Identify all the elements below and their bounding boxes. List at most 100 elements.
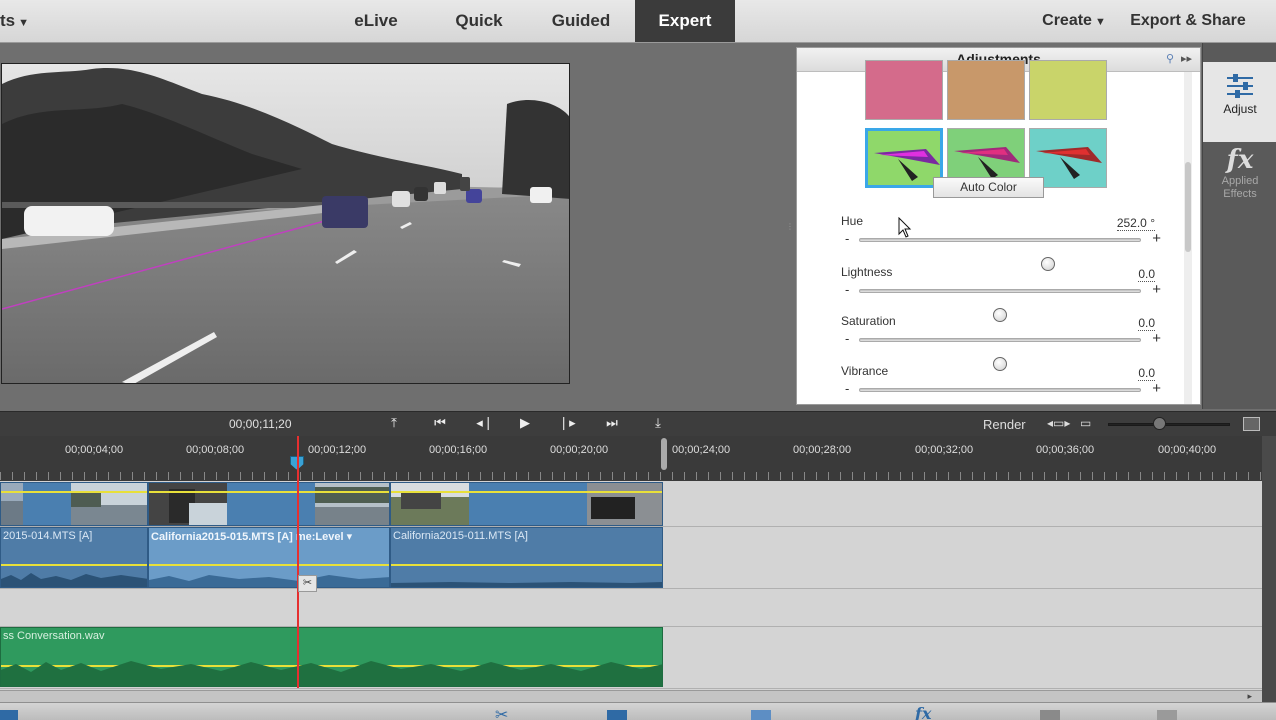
preset-thumbnail[interactable] <box>1029 60 1107 120</box>
effects-icon[interactable]: fx <box>915 704 935 720</box>
work-area-end-handle[interactable] <box>661 438 667 470</box>
step-forward-icon[interactable]: ❘▸ <box>557 415 577 431</box>
preset-thumbnail-selected[interactable] <box>865 128 943 188</box>
applied-effects-label-2: Effects <box>1223 188 1257 200</box>
opacity-line[interactable] <box>1 491 147 493</box>
graphics-icon[interactable] <box>1157 710 1177 720</box>
audio-clip-name: California2015-015.MTS [A] me:Level ▾ <box>151 531 353 543</box>
plus-icon[interactable]: + <box>1152 281 1161 298</box>
tab-guided[interactable]: Guided <box>540 0 622 42</box>
opacity-line[interactable] <box>149 491 389 493</box>
export-share-menu[interactable]: Export & Share <box>1122 0 1254 42</box>
go-to-next-edit-icon[interactable]: ⤓ <box>648 415 668 431</box>
ruler-label: 00;00;20;00 <box>550 444 609 456</box>
applied-effects-button[interactable]: fx Applied Effects <box>1203 143 1276 213</box>
pin-icon[interactable]: ⚲ <box>1166 48 1174 70</box>
ruler-label: 00;00;40;00 <box>1158 444 1217 456</box>
playhead-line[interactable] <box>297 436 299 688</box>
tab-quick[interactable]: Quick <box>440 0 518 42</box>
timeline-horizontal-scrollbar[interactable]: ▸ <box>0 690 1262 702</box>
adjust-tool-button[interactable]: Adjust <box>1203 62 1276 142</box>
vibrance-label: Vibrance <box>841 364 889 378</box>
tab-expert[interactable]: Expert <box>635 0 735 42</box>
panel-resize-handle[interactable]: ⋮ <box>786 222 794 231</box>
timeline-vertical-scrollbar[interactable] <box>1262 436 1276 702</box>
music-track: ss Conversation.wav <box>0 627 1262 689</box>
timeline-zoom-knob[interactable] <box>1153 417 1166 430</box>
bottom-action-bar: ✂ fx <box>0 702 1276 720</box>
step-back-icon[interactable]: ◂❘ <box>475 415 495 431</box>
go-to-start-icon[interactable]: ⏮ <box>430 415 450 431</box>
scissors-icon[interactable]: ✂ <box>298 575 317 592</box>
zoom-in-icon[interactable] <box>1243 417 1260 431</box>
minus-icon[interactable]: - <box>845 231 849 246</box>
ruler-label: 00;00;36;00 <box>1036 444 1095 456</box>
tab-elive[interactable]: eLive <box>335 0 417 42</box>
opacity-line[interactable] <box>391 491 662 493</box>
current-timecode[interactable]: 00;00;11;20 <box>229 417 292 431</box>
music-clip[interactable]: ss Conversation.wav <box>0 627 663 687</box>
fx-icon: fx <box>1226 145 1254 175</box>
saturation-slider[interactable] <box>859 338 1141 371</box>
plus-icon[interactable]: + <box>1152 380 1161 397</box>
panel-scrollbar[interactable] <box>1184 72 1192 404</box>
audio-clip[interactable]: California2015-011.MTS [A] <box>390 527 663 588</box>
hang-glider-image <box>874 149 940 181</box>
video-track <box>0 481 1262 527</box>
timeline-ruler[interactable]: 00;00;04;00 00;00;08;00 00;00;12;00 00;0… <box>0 436 1276 482</box>
audio-clip[interactable]: 2015-014.MTS [A] <box>0 527 148 588</box>
expand-panel-icon[interactable]: ▸▸ <box>1181 48 1192 70</box>
plus-icon[interactable]: + <box>1152 330 1161 347</box>
saturation-value[interactable]: 0.0 <box>1138 316 1155 331</box>
plus-icon[interactable]: + <box>1152 230 1161 247</box>
timeline-zoom-slider[interactable] <box>1108 423 1230 426</box>
vibrance-slider[interactable] <box>859 388 1141 392</box>
go-to-end-icon[interactable]: ⏭ <box>602 415 622 431</box>
go-to-previous-edit-icon[interactable]: ⤒ <box>384 415 404 431</box>
tools-icon[interactable]: ✂ <box>495 705 515 720</box>
music-icon[interactable] <box>1040 710 1060 720</box>
video-clip[interactable] <box>148 482 390 526</box>
ruler-label: 00;00;08;00 <box>186 444 245 456</box>
clip-thumbnails <box>391 483 662 525</box>
mode-left-menu[interactable]: ts ▼ <box>0 0 34 42</box>
fit-timeline-icon[interactable]: ◂▭▸ <box>1047 416 1070 430</box>
render-button[interactable]: Render <box>983 417 1026 432</box>
create-menu[interactable]: Create ▼ <box>1036 0 1112 42</box>
transitions-icon[interactable] <box>607 710 627 720</box>
hue-value[interactable]: 252.0 ° <box>1116 216 1155 231</box>
lightness-slider[interactable] <box>859 289 1141 322</box>
mouse-cursor-icon <box>898 217 912 238</box>
minus-icon[interactable]: - <box>845 282 849 297</box>
timeline-tracks: 2015-014.MTS [A] California2015-015.MTS … <box>0 481 1262 690</box>
video-clip[interactable] <box>0 482 148 526</box>
zoom-out-icon[interactable]: ▭ <box>1080 416 1091 430</box>
vibrance-slider-row: Vibrance 0.0 - + <box>841 364 1161 404</box>
ruler-label: 00;00;16;00 <box>429 444 488 456</box>
transport-bar: 00;00;11;20 ⤒ ⏮ ◂❘ ▶ ❘▸ ⏭ ⤓ Render ◂▭▸ ▭ <box>0 411 1276 436</box>
play-icon[interactable]: ▶ <box>515 415 535 431</box>
minus-icon[interactable]: - <box>845 381 849 396</box>
adjustments-panel: Adjustments ⚲ ▸▸ Auto Color Hue 252.0 ° … <box>796 47 1201 405</box>
saturation-label: Saturation <box>841 314 896 328</box>
audio-clip-selected[interactable]: California2015-015.MTS [A] me:Level ▾ <box>148 527 390 588</box>
scrollbar-thumb[interactable] <box>1185 162 1191 252</box>
lightness-label: Lightness <box>841 265 893 279</box>
preset-thumbnail[interactable] <box>947 60 1025 120</box>
top-mode-bar: ts ▼ eLive Quick Guided Expert Create ▼ Ex… <box>0 0 1276 43</box>
lightness-slider-row: Lightness 0.0 - + <box>841 265 1161 322</box>
vibrance-value[interactable]: 0.0 <box>1138 366 1155 381</box>
undo-icon[interactable] <box>0 710 18 720</box>
sliders-icon <box>1203 72 1276 102</box>
preview-monitor[interactable] <box>1 63 570 384</box>
titles-icon[interactable] <box>751 710 771 720</box>
right-tool-column: Adjust fx Applied Effects <box>1202 43 1276 409</box>
lightness-value[interactable]: 0.0 <box>1138 267 1155 282</box>
ruler-ticks <box>0 472 1262 480</box>
audio-waveform <box>391 582 662 587</box>
video-clip[interactable] <box>390 482 663 526</box>
minus-icon[interactable]: - <box>845 331 849 346</box>
auto-color-button[interactable]: Auto Color <box>933 177 1044 198</box>
preset-thumbnail[interactable] <box>865 60 943 120</box>
scroll-right-icon[interactable]: ▸ <box>1247 691 1252 702</box>
